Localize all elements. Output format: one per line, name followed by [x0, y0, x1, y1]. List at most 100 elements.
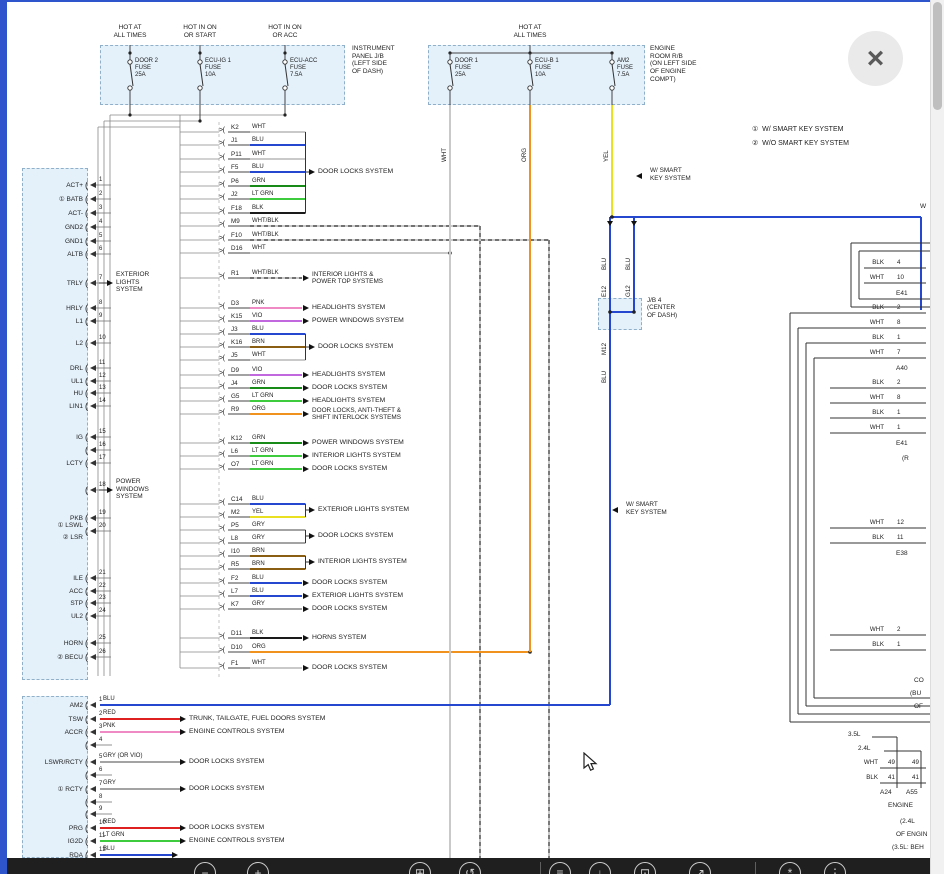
arrowhead — [180, 729, 186, 735]
toolbar-more-button[interactable]: ⋮ — [824, 862, 846, 874]
arrowhead — [90, 640, 96, 646]
arrowhead — [636, 173, 642, 179]
fuse-terminal — [283, 86, 287, 90]
junction-dot — [198, 119, 201, 122]
toolbar-settings-button[interactable]: * — [779, 862, 801, 874]
arrowhead — [90, 742, 96, 748]
fuse-terminal — [448, 86, 452, 90]
arrowhead — [303, 275, 309, 281]
fuse-terminal — [448, 60, 452, 64]
diagram-viewer: INSTRUMENT PANEL J/B (LEFT SIDE OF DASH)… — [0, 0, 944, 874]
arrowhead — [303, 305, 309, 311]
arrowhead — [607, 221, 613, 226]
arrowhead — [90, 716, 96, 722]
junction-dot — [283, 113, 286, 116]
arrowhead — [303, 372, 309, 378]
arrowhead — [309, 344, 315, 350]
arrowhead — [180, 825, 186, 831]
arrowhead — [303, 385, 309, 391]
junction-dot — [632, 310, 636, 314]
toolbar-download-button[interactable]: ↓ — [589, 862, 611, 874]
arrowhead — [631, 221, 637, 226]
arrowhead — [90, 182, 96, 188]
fuse-terminal — [528, 86, 532, 90]
close-button[interactable]: × — [848, 31, 903, 86]
arrowhead — [303, 440, 309, 446]
arrowhead — [90, 600, 96, 606]
arrowhead — [90, 515, 96, 521]
arrowhead — [303, 635, 309, 641]
fuse-terminal — [128, 86, 132, 90]
wire-segment — [450, 64, 453, 86]
arrowhead — [180, 716, 186, 722]
arrowhead — [90, 487, 96, 493]
wire-segment — [612, 64, 615, 86]
arrowhead — [90, 390, 96, 396]
fuse-terminal — [610, 86, 614, 90]
toolbar-share-button[interactable]: ↗ — [689, 862, 711, 874]
wire-segment — [200, 64, 203, 86]
window-top-border — [0, 0, 944, 2]
arrowhead — [90, 460, 96, 466]
arrowhead — [303, 466, 309, 472]
arrowhead — [180, 838, 186, 844]
arrowhead — [90, 238, 96, 244]
arrowhead — [303, 411, 309, 417]
arrowhead — [303, 453, 309, 459]
arrowhead — [90, 434, 96, 440]
arrowhead — [309, 169, 315, 175]
fuse-terminal — [528, 60, 532, 64]
arrowhead — [90, 251, 96, 257]
scrollbar[interactable] — [930, 0, 944, 874]
arrowhead — [303, 580, 309, 586]
arrowhead — [303, 318, 309, 324]
close-icon: × — [867, 44, 885, 74]
junction-dot — [198, 51, 201, 54]
toolbar-rotate-button[interactable]: ↺ — [459, 862, 481, 874]
arrowhead — [90, 799, 96, 805]
arrowhead — [90, 340, 96, 346]
junction-dot — [128, 51, 131, 54]
fuse-terminal — [610, 60, 614, 64]
arrowhead — [309, 533, 315, 539]
arrowhead — [90, 613, 96, 619]
arrowhead — [303, 665, 309, 671]
toolbar-zoom-out-button[interactable]: − — [194, 862, 216, 874]
arrowhead — [90, 365, 96, 371]
arrowhead — [90, 575, 96, 581]
arrowhead — [90, 196, 96, 202]
junction-dot — [610, 215, 614, 219]
wiring-diagram-canvas — [0, 0, 944, 874]
arrowhead — [90, 702, 96, 708]
toolbar-divider — [540, 862, 541, 874]
fuse-terminal — [198, 60, 202, 64]
wire-segment — [530, 64, 533, 86]
arrowhead — [180, 786, 186, 792]
arrowhead — [90, 280, 96, 286]
arrowhead — [90, 772, 96, 778]
arrowhead — [90, 528, 96, 534]
wire-segment — [285, 64, 288, 86]
wire-segment — [130, 64, 133, 86]
arrowhead — [90, 811, 96, 817]
junction-dot — [128, 113, 131, 116]
toolbar-print-button[interactable]: ⊡ — [634, 862, 656, 874]
bottom-toolbar: − + ⊞ ↺ ≡ ↓ ⊡ ↗ * ⋮ — [7, 858, 930, 874]
arrowhead — [90, 224, 96, 230]
arrowhead — [90, 318, 96, 324]
toolbar-fit-page-button[interactable]: ⊞ — [409, 862, 431, 874]
arrowhead — [309, 507, 315, 513]
junction-dot — [608, 310, 612, 314]
arrowhead — [90, 654, 96, 660]
toolbar-zoom-in-button[interactable]: + — [247, 862, 269, 874]
arrowhead — [90, 838, 96, 844]
arrowhead — [90, 759, 96, 765]
arrowhead — [90, 403, 96, 409]
arrowhead — [90, 447, 96, 453]
scrollbar-thumb[interactable] — [933, 2, 942, 110]
toolbar-pages-button[interactable]: ≡ — [549, 862, 571, 874]
arrowhead — [90, 588, 96, 594]
arrowhead — [90, 378, 96, 384]
arrowhead — [90, 786, 96, 792]
toolbar-divider — [755, 862, 756, 874]
